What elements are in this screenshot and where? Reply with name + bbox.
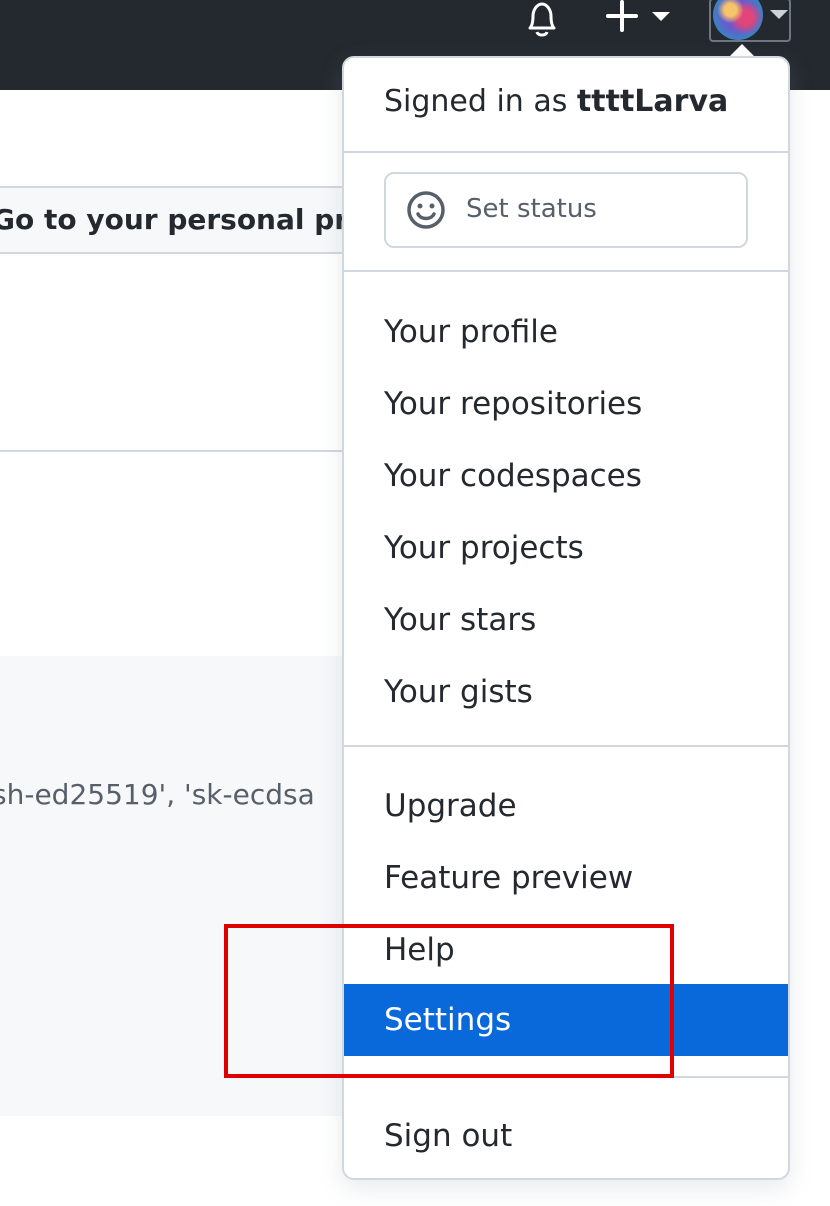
caret-down-icon[interactable]	[652, 12, 670, 21]
menu-item-upgrade[interactable]: Upgrade	[344, 770, 788, 842]
menu-divider	[344, 1076, 788, 1078]
menu-divider	[344, 151, 788, 153]
signed-in-prefix: Signed in as	[384, 84, 568, 119]
avatar-menu-button[interactable]	[709, 0, 791, 42]
menu-item-sign-out[interactable]: Sign out	[344, 1100, 788, 1172]
key-types-text: sh-ed25519', 'sk-ecdsa	[0, 778, 315, 811]
menu-item-your-profile[interactable]: Your profile	[344, 296, 788, 368]
menu-item-your-gists[interactable]: Your gists	[344, 656, 788, 728]
menu-item-your-codespaces[interactable]: Your codespaces	[344, 440, 788, 512]
avatar[interactable]	[713, 0, 763, 40]
menu-item-your-stars[interactable]: Your stars	[344, 584, 788, 656]
menu-divider	[344, 270, 788, 272]
menu-item-your-projects[interactable]: Your projects	[344, 512, 788, 584]
set-status-label: Set status	[466, 194, 597, 224]
menu-item-help[interactable]: Help	[344, 914, 788, 986]
username: ttttLarva	[576, 84, 729, 119]
set-status-button[interactable]: Set status	[384, 172, 748, 248]
signed-in-label: Signed in as ttttLarva	[384, 84, 728, 119]
menu-divider	[344, 745, 788, 747]
menu-item-settings[interactable]: Settings	[344, 984, 788, 1056]
personal-profile-button[interactable]: Go to your personal profil	[0, 186, 360, 254]
caret-down-icon[interactable]	[770, 10, 788, 19]
section-divider	[0, 450, 350, 452]
bell-icon[interactable]	[522, 0, 562, 40]
smiley-icon	[407, 191, 445, 229]
ssh-key-section	[0, 656, 388, 1116]
menu-item-feature-preview[interactable]: Feature preview	[344, 842, 788, 914]
user-dropdown-menu: Signed in as ttttLarva Set status Your p…	[342, 56, 790, 1180]
plus-icon[interactable]	[602, 0, 642, 36]
menu-item-your-repositories[interactable]: Your repositories	[344, 368, 788, 440]
